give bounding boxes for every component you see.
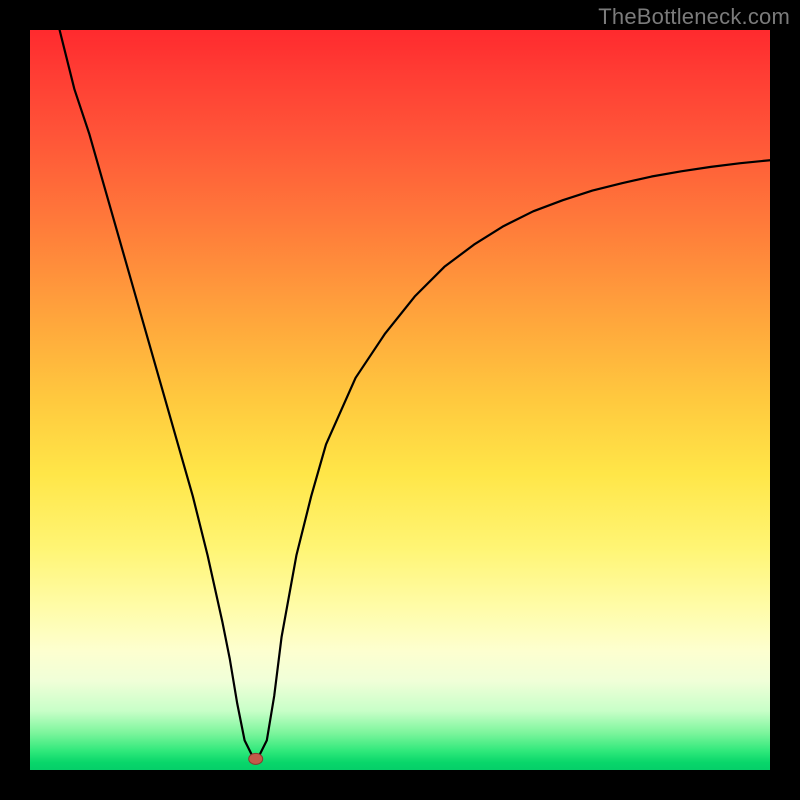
chart-frame: TheBottleneck.com: [0, 0, 800, 800]
minimum-marker-icon: [249, 753, 263, 764]
chart-svg: [30, 30, 770, 770]
plot-area: [30, 30, 770, 770]
bottleneck-curve: [60, 30, 770, 755]
watermark-text: TheBottleneck.com: [598, 4, 790, 30]
